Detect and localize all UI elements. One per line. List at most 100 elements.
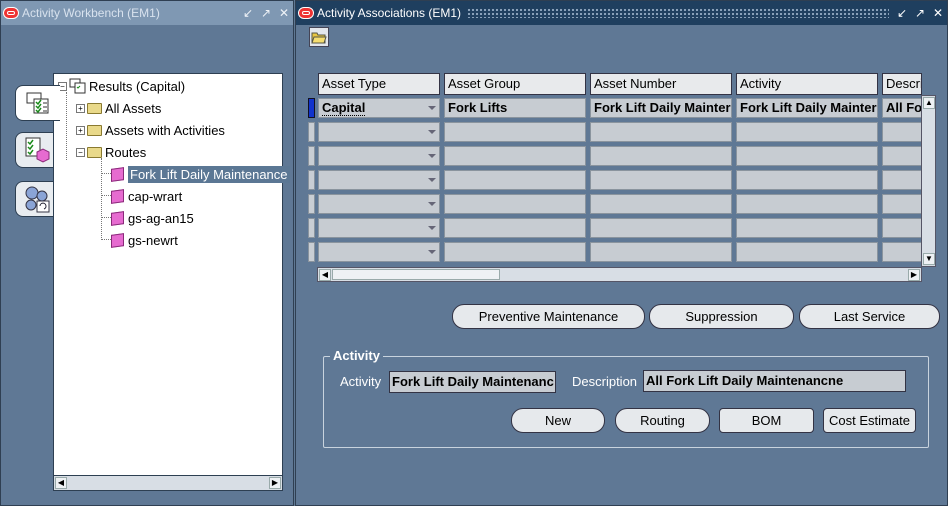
dropdown-arrow-icon[interactable] bbox=[428, 178, 436, 182]
record-indicator[interactable] bbox=[308, 242, 315, 262]
grid-cell[interactable] bbox=[318, 146, 440, 166]
grid-cell[interactable] bbox=[590, 218, 732, 238]
scroll-down-icon[interactable]: ▼ bbox=[923, 253, 935, 265]
results-tree[interactable]: − Results (Capital) + All Assets + Asset… bbox=[53, 73, 290, 491]
column-header-asset-group[interactable]: Asset Group bbox=[444, 73, 586, 95]
tree-folder-assets-with-activities[interactable]: + Assets with Activities bbox=[76, 120, 225, 140]
grid-cell[interactable] bbox=[882, 146, 922, 166]
grid-cell[interactable] bbox=[318, 242, 440, 262]
grid-cell[interactable] bbox=[736, 170, 878, 190]
suppression-button[interactable]: Suppression bbox=[649, 304, 794, 329]
maximize-icon[interactable]: ↗ bbox=[259, 6, 273, 20]
grid-cell[interactable] bbox=[590, 194, 732, 214]
grid-cell[interactable] bbox=[882, 242, 922, 262]
tree-route-item[interactable]: Fork Lift Daily Maintenance bbox=[111, 164, 290, 184]
grid-horizontal-scrollbar[interactable]: ◀ ▶ bbox=[317, 267, 922, 282]
column-header-asset-type[interactable]: Asset Type bbox=[318, 73, 440, 95]
cell-asset-type[interactable]: Capital bbox=[318, 98, 440, 118]
close-icon[interactable]: ✕ bbox=[277, 6, 291, 20]
grid-cell[interactable] bbox=[590, 146, 732, 166]
tree-root[interactable]: − Results (Capital) bbox=[58, 76, 185, 96]
record-indicator[interactable] bbox=[308, 122, 315, 142]
grid-cell[interactable] bbox=[444, 194, 586, 214]
minimize-icon[interactable]: ↙ bbox=[241, 6, 255, 20]
grid-cell[interactable] bbox=[444, 146, 586, 166]
tree-route-item[interactable]: cap-wrart bbox=[111, 186, 182, 206]
associations-titlebar[interactable]: Activity Associations (EM1) ↙ ↗ ✕ bbox=[296, 1, 947, 25]
record-indicator[interactable] bbox=[308, 146, 315, 166]
results-node-icon bbox=[69, 78, 86, 94]
grid-cell[interactable] bbox=[736, 218, 878, 238]
new-button[interactable]: New bbox=[511, 408, 605, 433]
maximize-icon[interactable]: ↗ bbox=[913, 6, 927, 20]
column-header-description[interactable]: Descri bbox=[882, 73, 922, 95]
tree-route-item[interactable]: gs-ag-an15 bbox=[111, 208, 194, 228]
open-folder-button[interactable] bbox=[309, 27, 329, 47]
grid-cell[interactable] bbox=[444, 122, 586, 142]
cell-asset-number[interactable]: Fork Lift Daily Mainter bbox=[590, 98, 732, 118]
record-indicator[interactable] bbox=[308, 194, 315, 214]
grid-cell[interactable] bbox=[590, 122, 732, 142]
scroll-right-icon[interactable]: ▶ bbox=[269, 477, 281, 489]
grid-cell[interactable] bbox=[882, 170, 922, 190]
cell-activity[interactable]: Fork Lift Daily Mainter bbox=[736, 98, 878, 118]
grid-cell[interactable] bbox=[318, 170, 440, 190]
dropdown-arrow-icon[interactable] bbox=[428, 250, 436, 254]
collapse-icon[interactable]: − bbox=[76, 147, 85, 157]
scroll-right-icon[interactable]: ▶ bbox=[908, 269, 920, 281]
scroll-left-icon[interactable]: ◀ bbox=[55, 477, 67, 489]
record-indicator[interactable] bbox=[308, 170, 315, 190]
grid-cell[interactable] bbox=[590, 170, 732, 190]
scroll-left-icon[interactable]: ◀ bbox=[319, 269, 331, 281]
dropdown-arrow-icon[interactable] bbox=[428, 154, 436, 158]
expand-icon[interactable]: + bbox=[76, 125, 85, 135]
grid-cell[interactable] bbox=[736, 242, 878, 262]
grid-cell[interactable] bbox=[882, 122, 922, 142]
grid-cell[interactable] bbox=[444, 218, 586, 238]
close-icon[interactable]: ✕ bbox=[931, 6, 945, 20]
route-cube-icon bbox=[111, 210, 124, 226]
tab-results[interactable] bbox=[15, 85, 60, 121]
cost-estimate-button[interactable]: Cost Estimate bbox=[823, 408, 916, 433]
column-header-asset-number[interactable]: Asset Number bbox=[590, 73, 732, 95]
record-indicator[interactable] bbox=[308, 218, 315, 238]
workbench-titlebar[interactable]: Activity Workbench (EM1) ↙ ↗ ✕ bbox=[1, 1, 293, 25]
tree-folder-all-assets[interactable]: + All Assets bbox=[76, 98, 161, 118]
grid-cell[interactable] bbox=[882, 218, 922, 238]
description-field[interactable]: All Fork Lift Daily Maintenancne bbox=[643, 370, 906, 392]
activity-field[interactable]: Fork Lift Daily Maintenanc bbox=[389, 371, 556, 393]
dropdown-arrow-icon[interactable] bbox=[428, 226, 436, 230]
tree-folder-routes[interactable]: − Routes bbox=[76, 142, 146, 162]
grid-cell[interactable] bbox=[318, 194, 440, 214]
tree-horizontal-scrollbar[interactable]: ◀ ▶ bbox=[53, 475, 283, 491]
scroll-up-icon[interactable]: ▲ bbox=[923, 97, 935, 109]
routing-button[interactable]: Routing bbox=[615, 408, 710, 433]
record-indicator[interactable] bbox=[308, 98, 315, 118]
grid-cell[interactable] bbox=[318, 122, 440, 142]
dropdown-arrow-icon[interactable] bbox=[428, 130, 436, 134]
oracle-logo-icon bbox=[298, 7, 314, 19]
grid-cell[interactable] bbox=[444, 242, 586, 262]
preventive-maintenance-button[interactable]: Preventive Maintenance bbox=[452, 304, 645, 329]
column-header-activity[interactable]: Activity bbox=[736, 73, 878, 95]
grid-cell[interactable] bbox=[318, 218, 440, 238]
bom-button[interactable]: BOM bbox=[719, 408, 814, 433]
grid-cell[interactable] bbox=[882, 194, 922, 214]
minimize-icon[interactable]: ↙ bbox=[895, 6, 909, 20]
dropdown-arrow-icon[interactable] bbox=[428, 106, 436, 110]
activity-group-title: Activity bbox=[330, 348, 383, 363]
grid-cell[interactable] bbox=[736, 122, 878, 142]
tree-route-item[interactable]: gs-newrt bbox=[111, 230, 178, 250]
grid-cell[interactable] bbox=[590, 242, 732, 262]
grid-cell[interactable] bbox=[736, 146, 878, 166]
dropdown-arrow-icon[interactable] bbox=[428, 202, 436, 206]
last-service-button[interactable]: Last Service bbox=[799, 304, 940, 329]
scroll-thumb[interactable] bbox=[332, 269, 500, 280]
cell-description[interactable]: All Fo bbox=[882, 98, 922, 118]
grid-cell[interactable] bbox=[444, 170, 586, 190]
grid-vertical-scrollbar[interactable]: ▲ ▼ bbox=[921, 95, 936, 267]
grid-cell[interactable] bbox=[736, 194, 878, 214]
cell-asset-group[interactable]: Fork Lifts bbox=[444, 98, 586, 118]
expand-icon[interactable]: + bbox=[76, 103, 85, 113]
activity-workbench-window: Activity Workbench (EM1) ↙ ↗ ✕ − Results… bbox=[0, 0, 294, 506]
